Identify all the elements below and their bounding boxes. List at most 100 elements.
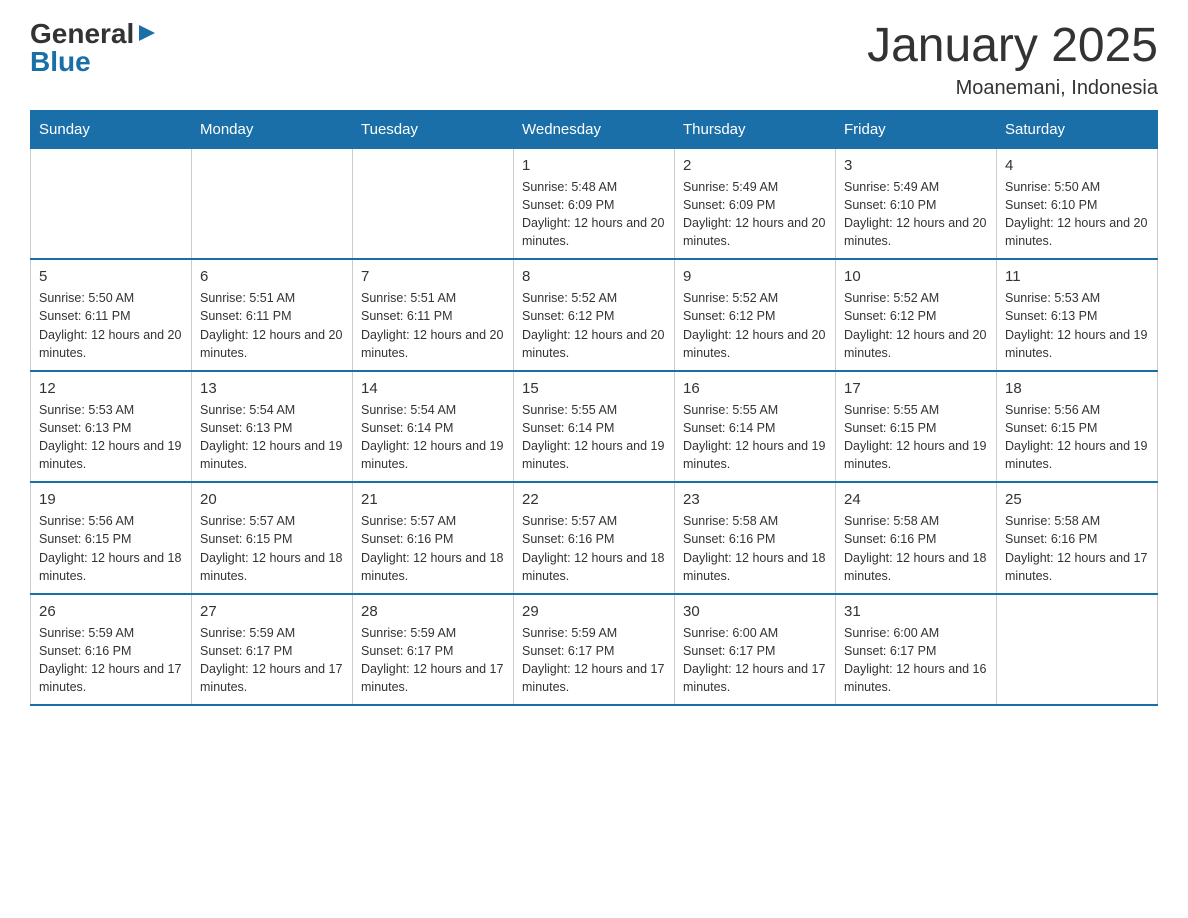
day-number: 5 xyxy=(39,266,183,287)
day-number: 13 xyxy=(200,378,344,399)
calendar-header-row: Sunday Monday Tuesday Wednesday Thursday… xyxy=(31,110,1158,148)
table-row: 10Sunrise: 5:52 AM Sunset: 6:12 PM Dayli… xyxy=(836,259,997,371)
day-number: 26 xyxy=(39,601,183,622)
day-number: 28 xyxy=(361,601,505,622)
day-info: Sunrise: 5:57 AM Sunset: 6:16 PM Dayligh… xyxy=(361,512,505,585)
table-row xyxy=(353,148,514,259)
day-info: Sunrise: 5:58 AM Sunset: 6:16 PM Dayligh… xyxy=(683,512,827,585)
day-number: 20 xyxy=(200,489,344,510)
table-row: 20Sunrise: 5:57 AM Sunset: 6:15 PM Dayli… xyxy=(192,482,353,594)
day-number: 14 xyxy=(361,378,505,399)
table-row: 18Sunrise: 5:56 AM Sunset: 6:15 PM Dayli… xyxy=(997,371,1158,483)
calendar-week-row: 19Sunrise: 5:56 AM Sunset: 6:15 PM Dayli… xyxy=(31,482,1158,594)
day-number: 9 xyxy=(683,266,827,287)
day-info: Sunrise: 5:57 AM Sunset: 6:15 PM Dayligh… xyxy=(200,512,344,585)
table-row: 17Sunrise: 5:55 AM Sunset: 6:15 PM Dayli… xyxy=(836,371,997,483)
table-row: 5Sunrise: 5:50 AM Sunset: 6:11 PM Daylig… xyxy=(31,259,192,371)
day-info: Sunrise: 5:55 AM Sunset: 6:14 PM Dayligh… xyxy=(522,401,666,474)
table-row: 25Sunrise: 5:58 AM Sunset: 6:16 PM Dayli… xyxy=(997,482,1158,594)
day-number: 25 xyxy=(1005,489,1149,510)
header-wednesday: Wednesday xyxy=(514,110,675,148)
table-row: 14Sunrise: 5:54 AM Sunset: 6:14 PM Dayli… xyxy=(353,371,514,483)
table-row: 8Sunrise: 5:52 AM Sunset: 6:12 PM Daylig… xyxy=(514,259,675,371)
day-number: 11 xyxy=(1005,266,1149,287)
logo-blue-text: Blue xyxy=(30,46,91,78)
calendar-week-row: 1Sunrise: 5:48 AM Sunset: 6:09 PM Daylig… xyxy=(31,148,1158,259)
day-info: Sunrise: 5:52 AM Sunset: 6:12 PM Dayligh… xyxy=(522,289,666,362)
day-number: 7 xyxy=(361,266,505,287)
day-info: Sunrise: 5:52 AM Sunset: 6:12 PM Dayligh… xyxy=(844,289,988,362)
table-row: 3Sunrise: 5:49 AM Sunset: 6:10 PM Daylig… xyxy=(836,148,997,259)
table-row xyxy=(997,594,1158,706)
day-info: Sunrise: 5:53 AM Sunset: 6:13 PM Dayligh… xyxy=(1005,289,1149,362)
table-row: 7Sunrise: 5:51 AM Sunset: 6:11 PM Daylig… xyxy=(353,259,514,371)
table-row xyxy=(192,148,353,259)
day-info: Sunrise: 5:48 AM Sunset: 6:09 PM Dayligh… xyxy=(522,178,666,251)
table-row: 6Sunrise: 5:51 AM Sunset: 6:11 PM Daylig… xyxy=(192,259,353,371)
day-info: Sunrise: 5:55 AM Sunset: 6:15 PM Dayligh… xyxy=(844,401,988,474)
day-info: Sunrise: 5:49 AM Sunset: 6:10 PM Dayligh… xyxy=(844,178,988,251)
logo-general-text: General xyxy=(30,20,134,48)
table-row: 1Sunrise: 5:48 AM Sunset: 6:09 PM Daylig… xyxy=(514,148,675,259)
day-number: 22 xyxy=(522,489,666,510)
day-number: 3 xyxy=(844,155,988,176)
table-row: 29Sunrise: 5:59 AM Sunset: 6:17 PM Dayli… xyxy=(514,594,675,706)
header-monday: Monday xyxy=(192,110,353,148)
day-info: Sunrise: 6:00 AM Sunset: 6:17 PM Dayligh… xyxy=(844,624,988,697)
table-row: 4Sunrise: 5:50 AM Sunset: 6:10 PM Daylig… xyxy=(997,148,1158,259)
table-row: 28Sunrise: 5:59 AM Sunset: 6:17 PM Dayli… xyxy=(353,594,514,706)
day-number: 4 xyxy=(1005,155,1149,176)
day-number: 27 xyxy=(200,601,344,622)
day-info: Sunrise: 5:56 AM Sunset: 6:15 PM Dayligh… xyxy=(39,512,183,585)
table-row: 2Sunrise: 5:49 AM Sunset: 6:09 PM Daylig… xyxy=(675,148,836,259)
calendar-table: Sunday Monday Tuesday Wednesday Thursday… xyxy=(30,110,1158,707)
day-info: Sunrise: 5:54 AM Sunset: 6:13 PM Dayligh… xyxy=(200,401,344,474)
header-saturday: Saturday xyxy=(997,110,1158,148)
day-info: Sunrise: 5:56 AM Sunset: 6:15 PM Dayligh… xyxy=(1005,401,1149,474)
table-row: 15Sunrise: 5:55 AM Sunset: 6:14 PM Dayli… xyxy=(514,371,675,483)
day-number: 2 xyxy=(683,155,827,176)
day-number: 19 xyxy=(39,489,183,510)
table-row: 21Sunrise: 5:57 AM Sunset: 6:16 PM Dayli… xyxy=(353,482,514,594)
day-info: Sunrise: 5:54 AM Sunset: 6:14 PM Dayligh… xyxy=(361,401,505,474)
day-info: Sunrise: 5:52 AM Sunset: 6:12 PM Dayligh… xyxy=(683,289,827,362)
table-row: 19Sunrise: 5:56 AM Sunset: 6:15 PM Dayli… xyxy=(31,482,192,594)
table-row: 12Sunrise: 5:53 AM Sunset: 6:13 PM Dayli… xyxy=(31,371,192,483)
day-info: Sunrise: 5:49 AM Sunset: 6:09 PM Dayligh… xyxy=(683,178,827,251)
table-row: 9Sunrise: 5:52 AM Sunset: 6:12 PM Daylig… xyxy=(675,259,836,371)
day-info: Sunrise: 5:57 AM Sunset: 6:16 PM Dayligh… xyxy=(522,512,666,585)
day-number: 10 xyxy=(844,266,988,287)
day-number: 1 xyxy=(522,155,666,176)
day-number: 6 xyxy=(200,266,344,287)
day-number: 23 xyxy=(683,489,827,510)
day-number: 21 xyxy=(361,489,505,510)
day-info: Sunrise: 5:50 AM Sunset: 6:10 PM Dayligh… xyxy=(1005,178,1149,251)
table-row: 13Sunrise: 5:54 AM Sunset: 6:13 PM Dayli… xyxy=(192,371,353,483)
table-row: 22Sunrise: 5:57 AM Sunset: 6:16 PM Dayli… xyxy=(514,482,675,594)
day-number: 12 xyxy=(39,378,183,399)
day-info: Sunrise: 5:51 AM Sunset: 6:11 PM Dayligh… xyxy=(361,289,505,362)
logo-arrow-icon xyxy=(137,23,157,48)
table-row: 26Sunrise: 5:59 AM Sunset: 6:16 PM Dayli… xyxy=(31,594,192,706)
table-row: 27Sunrise: 5:59 AM Sunset: 6:17 PM Dayli… xyxy=(192,594,353,706)
table-row: 23Sunrise: 5:58 AM Sunset: 6:16 PM Dayli… xyxy=(675,482,836,594)
calendar-title: January 2025 xyxy=(867,20,1158,73)
day-number: 24 xyxy=(844,489,988,510)
header-sunday: Sunday xyxy=(31,110,192,148)
logo: General Blue xyxy=(30,20,157,78)
day-info: Sunrise: 5:55 AM Sunset: 6:14 PM Dayligh… xyxy=(683,401,827,474)
day-info: Sunrise: 6:00 AM Sunset: 6:17 PM Dayligh… xyxy=(683,624,827,697)
day-info: Sunrise: 5:58 AM Sunset: 6:16 PM Dayligh… xyxy=(844,512,988,585)
table-row: 16Sunrise: 5:55 AM Sunset: 6:14 PM Dayli… xyxy=(675,371,836,483)
day-number: 31 xyxy=(844,601,988,622)
table-row: 11Sunrise: 5:53 AM Sunset: 6:13 PM Dayli… xyxy=(997,259,1158,371)
day-info: Sunrise: 5:59 AM Sunset: 6:17 PM Dayligh… xyxy=(522,624,666,697)
calendar-week-row: 26Sunrise: 5:59 AM Sunset: 6:16 PM Dayli… xyxy=(31,594,1158,706)
calendar-week-row: 5Sunrise: 5:50 AM Sunset: 6:11 PM Daylig… xyxy=(31,259,1158,371)
day-info: Sunrise: 5:59 AM Sunset: 6:17 PM Dayligh… xyxy=(200,624,344,697)
day-number: 30 xyxy=(683,601,827,622)
table-row: 30Sunrise: 6:00 AM Sunset: 6:17 PM Dayli… xyxy=(675,594,836,706)
day-number: 8 xyxy=(522,266,666,287)
day-info: Sunrise: 5:59 AM Sunset: 6:16 PM Dayligh… xyxy=(39,624,183,697)
day-info: Sunrise: 5:51 AM Sunset: 6:11 PM Dayligh… xyxy=(200,289,344,362)
